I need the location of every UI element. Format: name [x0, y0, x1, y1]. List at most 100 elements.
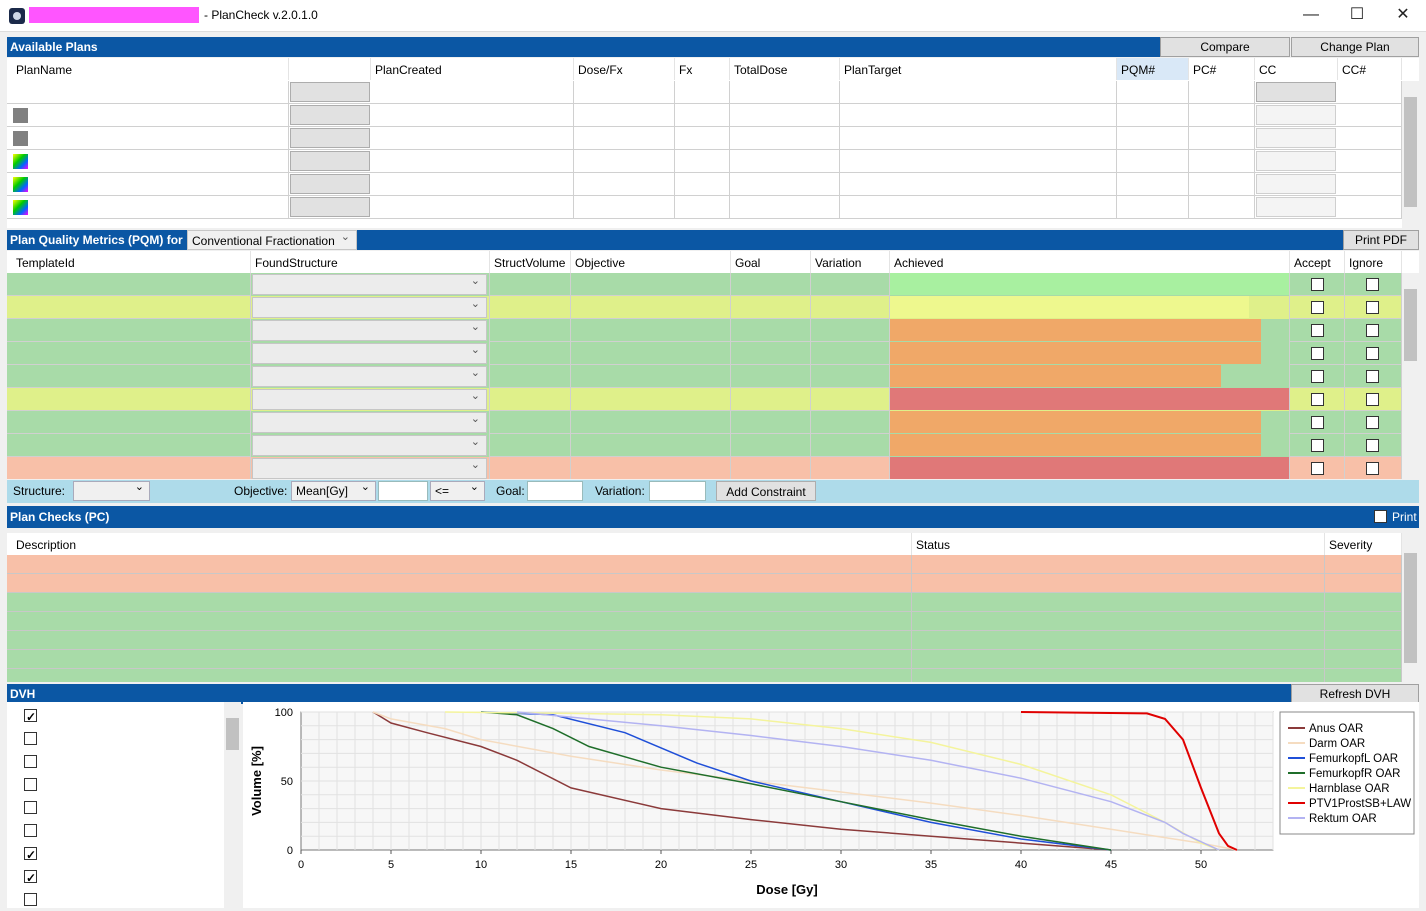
dvh-structure-checkbox[interactable] — [24, 893, 37, 906]
ignore-checkbox[interactable] — [1366, 439, 1379, 452]
pqm-col-header[interactable]: TemplateId — [12, 251, 251, 273]
pc-col-header[interactable]: Status — [912, 533, 1325, 555]
dvh-structure-checkbox[interactable] — [24, 707, 37, 727]
ignore-checkbox[interactable] — [1366, 347, 1379, 360]
plans-col-header[interactable]: TotalDose — [730, 58, 840, 80]
ignore-checkbox[interactable] — [1366, 462, 1379, 475]
pqm-row[interactable] — [7, 342, 1402, 365]
plan-run-button[interactable] — [1256, 82, 1336, 102]
pqm-col-header[interactable]: Goal — [731, 251, 811, 273]
plan-row[interactable] — [7, 127, 1402, 150]
plans-col-header[interactable]: PC# — [1189, 58, 1255, 80]
plan-check-row[interactable] — [7, 612, 1402, 631]
minimize-icon[interactable]: — — [1288, 0, 1334, 32]
dvh-structure-checkbox[interactable] — [24, 732, 37, 745]
pqm-col-header[interactable]: Ignore — [1345, 251, 1402, 273]
plan-checks-scrollbar-thumb[interactable] — [1404, 553, 1417, 663]
plan-open-button[interactable] — [290, 105, 370, 125]
goal-input[interactable] — [527, 481, 583, 501]
plans-col-header[interactable]: Dose/Fx — [574, 58, 675, 80]
plans-scrollbar[interactable] — [1402, 81, 1419, 228]
plan-open-button[interactable] — [290, 82, 370, 102]
pqm-scrollbar[interactable] — [1402, 273, 1419, 479]
accept-checkbox[interactable] — [1311, 370, 1324, 383]
ignore-checkbox[interactable] — [1366, 301, 1379, 314]
pqm-row[interactable] — [7, 434, 1402, 457]
pqm-row[interactable] — [7, 365, 1402, 388]
maximize-icon[interactable]: ☐ — [1334, 0, 1380, 32]
found-structure-select[interactable] — [252, 342, 487, 364]
plan-open-button[interactable] — [290, 151, 370, 171]
plan-check-row[interactable] — [7, 593, 1402, 612]
plan-row[interactable] — [7, 173, 1402, 196]
objective-select[interactable]: Mean[Gy] — [291, 478, 376, 501]
ignore-checkbox[interactable] — [1366, 393, 1379, 406]
plan-open-button[interactable] — [290, 128, 370, 148]
accept-checkbox[interactable] — [1311, 324, 1324, 337]
accept-checkbox[interactable] — [1311, 278, 1324, 291]
pqm-col-header[interactable]: FoundStructure — [251, 251, 490, 273]
accept-checkbox[interactable] — [1311, 462, 1324, 475]
pqm-row[interactable] — [7, 273, 1402, 296]
pc-col-header[interactable]: Severity — [1325, 533, 1402, 555]
dvh-structure-checkbox[interactable] — [24, 824, 37, 837]
plan-check-row[interactable] — [7, 631, 1402, 650]
pqm-row[interactable] — [7, 411, 1402, 434]
plan-check-row[interactable] — [7, 669, 1402, 682]
compare-button[interactable]: Compare — [1160, 37, 1290, 57]
accept-checkbox[interactable] — [1311, 347, 1324, 360]
variation-input[interactable] — [649, 481, 706, 501]
plans-col-header[interactable]: Fx — [675, 58, 730, 80]
ignore-checkbox[interactable] — [1366, 416, 1379, 429]
found-structure-select[interactable] — [252, 319, 487, 341]
fractionation-select[interactable]: Conventional Fractionation — [187, 227, 357, 250]
ignore-checkbox[interactable] — [1366, 278, 1379, 291]
ignore-checkbox[interactable] — [1366, 370, 1379, 383]
dvh-list-scrollbar-thumb[interactable] — [226, 718, 239, 750]
pqm-col-header[interactable]: StructVolume — [490, 251, 571, 273]
ignore-checkbox[interactable] — [1366, 324, 1379, 337]
plan-row[interactable] — [7, 196, 1402, 219]
pqm-row[interactable] — [7, 296, 1402, 319]
add-constraint-button[interactable]: Add Constraint — [716, 481, 816, 501]
plans-col-header[interactable]: CC — [1255, 58, 1338, 80]
plans-scrollbar-thumb[interactable] — [1404, 97, 1417, 207]
plan-check-row[interactable] — [7, 650, 1402, 669]
pqm-row[interactable] — [7, 319, 1402, 342]
accept-checkbox[interactable] — [1311, 393, 1324, 406]
print-checkbox[interactable] — [1374, 510, 1387, 523]
pqm-row[interactable] — [7, 457, 1402, 479]
found-structure-select[interactable] — [252, 457, 487, 479]
plan-row[interactable] — [7, 81, 1402, 104]
plans-col-header[interactable]: PlanName — [12, 58, 289, 80]
dvh-structure-checkbox[interactable] — [24, 801, 37, 814]
found-structure-select[interactable] — [252, 411, 487, 433]
close-icon[interactable]: ✕ — [1380, 0, 1426, 32]
plan-open-button[interactable] — [290, 174, 370, 194]
dvh-structure-checkbox[interactable] — [24, 755, 37, 768]
pqm-col-header[interactable]: Objective — [571, 251, 731, 273]
accept-checkbox[interactable] — [1311, 416, 1324, 429]
plans-col-header[interactable]: PQM# — [1117, 58, 1189, 80]
pqm-scrollbar-thumb[interactable] — [1404, 289, 1417, 361]
plans-col-header[interactable]: CC# — [1338, 58, 1402, 80]
pqm-row[interactable] — [7, 388, 1402, 411]
dvh-structure-checkbox[interactable] — [24, 868, 37, 888]
pqm-col-header[interactable]: Variation — [811, 251, 890, 273]
accept-checkbox[interactable] — [1311, 301, 1324, 314]
pqm-col-header[interactable]: Achieved — [890, 251, 1290, 273]
dvh-structure-checkbox[interactable] — [24, 845, 37, 865]
plans-col-header[interactable]: PlanTarget — [840, 58, 1117, 80]
found-structure-select[interactable] — [252, 388, 487, 410]
found-structure-select[interactable] — [252, 273, 487, 295]
found-structure-select[interactable] — [252, 365, 487, 387]
refresh-dvh-button[interactable]: Refresh DVH — [1291, 684, 1419, 704]
pc-col-header[interactable]: Description — [12, 533, 912, 555]
accept-checkbox[interactable] — [1311, 439, 1324, 452]
found-structure-select[interactable] — [252, 434, 487, 456]
dvh-list-scrollbar[interactable] — [224, 702, 241, 908]
plan-check-row[interactable] — [7, 574, 1402, 593]
change-plan-button[interactable]: Change Plan — [1291, 37, 1419, 57]
dvh-structure-checkbox[interactable] — [24, 778, 37, 791]
print-pdf-button[interactable]: Print PDF — [1343, 230, 1419, 250]
